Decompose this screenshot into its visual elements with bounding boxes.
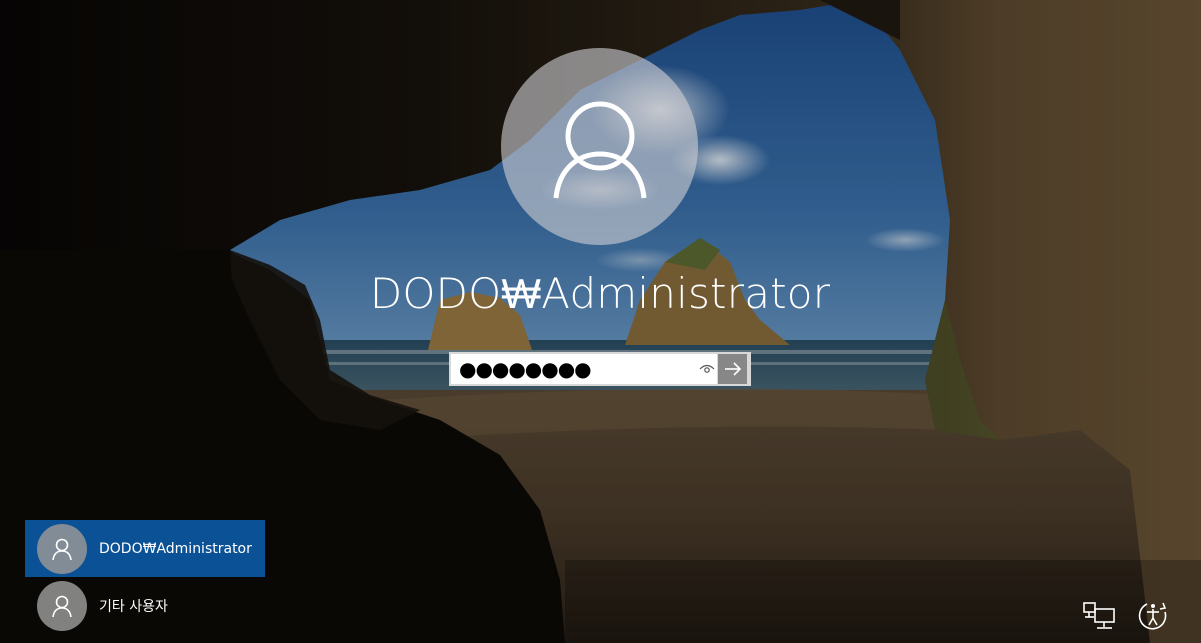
submit-button[interactable] <box>717 352 749 386</box>
ease-of-access-button[interactable] <box>1135 598 1171 634</box>
network-button[interactable] <box>1081 598 1117 634</box>
user-avatar-large <box>501 48 698 245</box>
system-tray <box>1081 598 1171 634</box>
user-item-other-user[interactable]: 기타 사용자 <box>25 577 265 634</box>
arrow-right-icon <box>724 362 741 376</box>
network-icon <box>1083 602 1115 629</box>
password-field[interactable] <box>451 354 695 384</box>
user-avatar-small <box>37 580 87 631</box>
user-icon <box>553 101 647 199</box>
user-list: DODO₩Administrator 기타 사용자 <box>25 520 265 634</box>
eye-icon <box>699 364 715 373</box>
user-item-label: DODO₩Administrator <box>99 540 252 557</box>
lock-screen: DODO₩Administrator ●●●●●●●● DODO₩Adminis… <box>0 0 1201 643</box>
reveal-password-button[interactable] <box>695 354 719 384</box>
ease-of-access-icon <box>1138 602 1167 630</box>
password-box <box>449 352 751 386</box>
account-name: DODO₩Administrator <box>369 269 831 318</box>
user-item-administrator[interactable]: DODO₩Administrator <box>25 520 265 577</box>
user-avatar-small <box>37 523 87 574</box>
user-item-label: 기타 사용자 <box>99 598 168 615</box>
user-icon <box>52 595 72 617</box>
user-icon <box>52 538 72 560</box>
password-input-group <box>451 354 719 384</box>
